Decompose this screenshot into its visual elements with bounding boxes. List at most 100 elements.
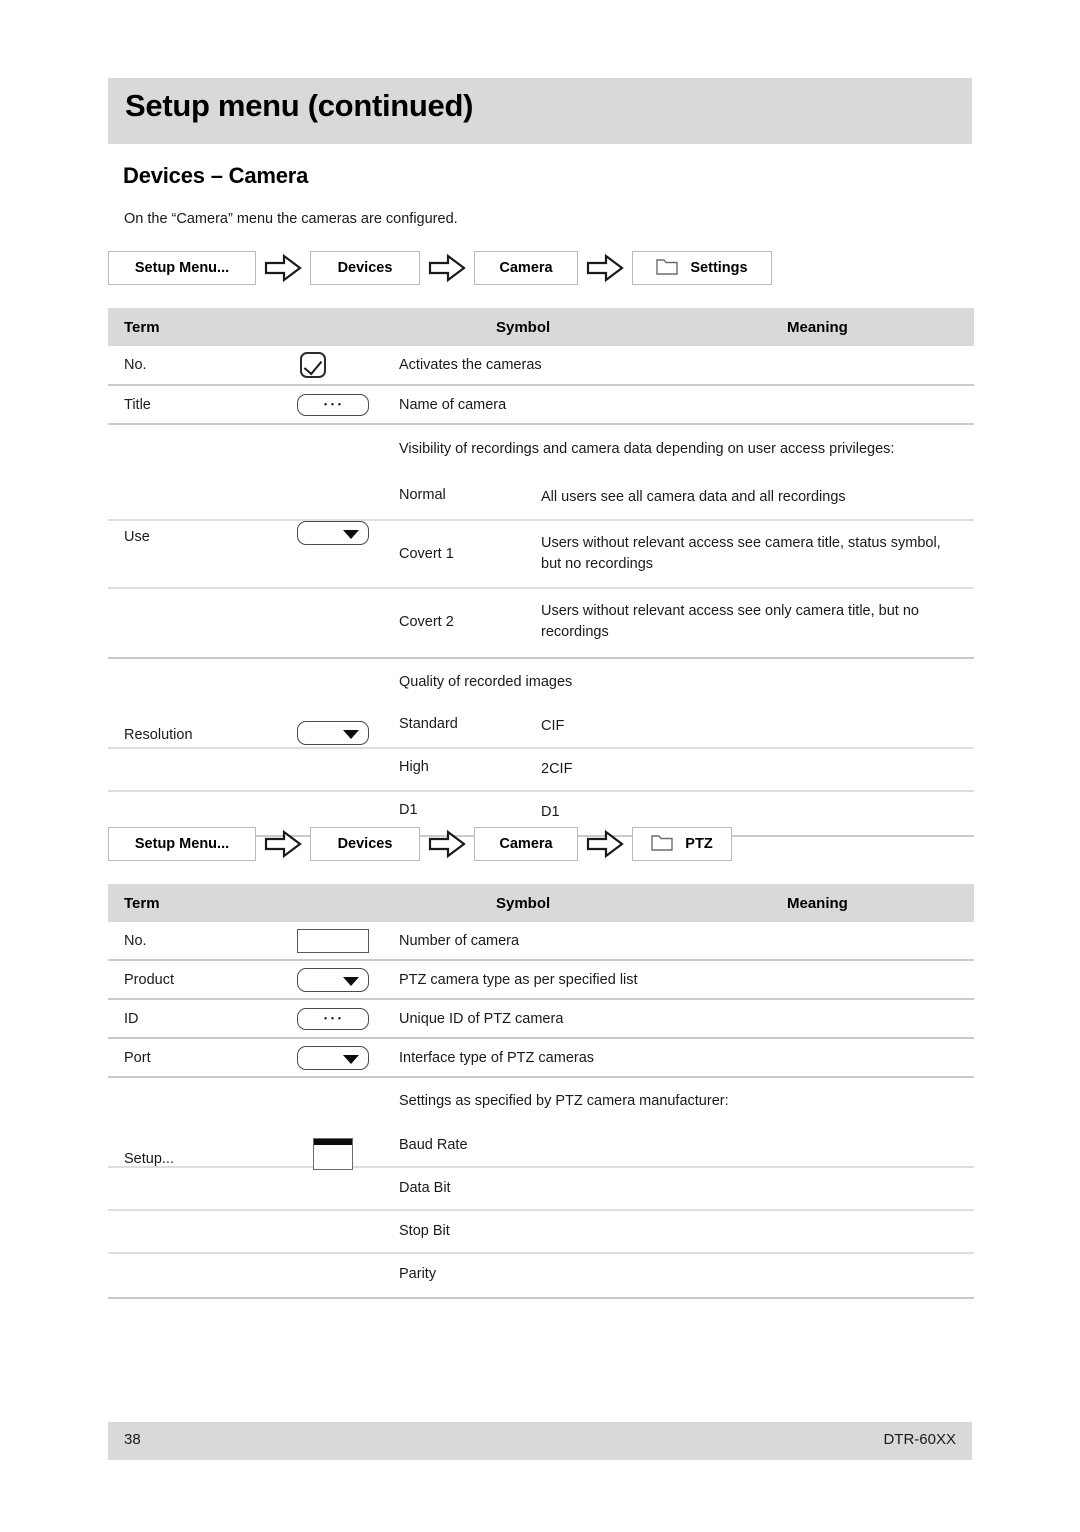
breadcrumb-label: Devices [337, 260, 393, 276]
column-header-meaning: Meaning [496, 884, 974, 922]
breadcrumb-ptz: Setup Menu... Devices Camera PTZ [108, 826, 732, 862]
section-intro-text: On the “Camera” menu the cameras are con… [124, 211, 458, 227]
arrow-right-icon [420, 254, 474, 282]
breadcrumb-item-settings[interactable]: Settings [632, 251, 772, 285]
option-description: Users without relevant access see only c… [541, 603, 919, 641]
option-row: Standard CIF [108, 706, 974, 749]
table-header-row: Term Symbol Meaning [108, 308, 974, 346]
arrow-right-icon [256, 254, 310, 282]
row-meaning: Name of camera [399, 396, 507, 413]
dropdown-icon[interactable] [297, 1045, 369, 1070]
option-row: Stop Bit [108, 1210, 974, 1254]
arrow-right-icon [420, 830, 474, 858]
breadcrumb-item-ptz[interactable]: PTZ [632, 827, 732, 861]
option-row: Parity [108, 1253, 974, 1297]
row-term: Use [124, 529, 150, 545]
row-meaning: Activates the cameras [399, 357, 542, 373]
dropdown-icon[interactable] [297, 967, 369, 992]
option-label: Stop Bit [399, 1223, 450, 1240]
option-label: Normal [399, 487, 446, 504]
table-row: Product PTZ camera type as per specified… [108, 960, 974, 999]
option-row: Covert 2 Users without relevant access s… [108, 588, 974, 657]
breadcrumb-label: Setup Menu... [134, 836, 230, 852]
breadcrumb-settings: Setup Menu... Devices Camera Settings [108, 250, 772, 286]
row-term: Title [124, 396, 151, 413]
resolution-options-table: Quality of recorded images Standard CIF … [108, 659, 974, 835]
table-row-group-use: Use Visibility of recordings and camera … [108, 424, 974, 659]
group-description: Settings as specified by PTZ camera manu… [399, 1093, 729, 1109]
column-header-term: Term [108, 308, 310, 346]
row-term: ID [124, 1010, 139, 1027]
breadcrumb-label: Devices [337, 836, 393, 852]
checkbox-icon[interactable] [300, 352, 326, 378]
breadcrumb-item-setup-menu[interactable]: Setup Menu... [108, 827, 256, 861]
column-header-meaning: Meaning [496, 308, 974, 346]
row-term: No. [124, 357, 147, 373]
folder-icon [656, 257, 679, 279]
footer-page-number: 38 [124, 1431, 141, 1448]
table-row: Port Interface type of PTZ cameras [108, 1038, 974, 1077]
ptz-table: Term Symbol Meaning No. Number of camera… [108, 884, 974, 1299]
group-description-row: Quality of recorded images [108, 659, 974, 706]
text-box-icon[interactable] [297, 928, 369, 953]
section-heading: Devices – Camera [123, 163, 309, 188]
page-footer: 38 DTR-60XX [108, 1422, 972, 1460]
page-title: Setup menu (continued) [125, 88, 474, 123]
use-options-table: Visibility of recordings and camera data… [108, 425, 974, 657]
dropdown-icon[interactable] [297, 721, 369, 746]
option-row: Data Bit [108, 1167, 974, 1211]
option-label: Data Bit [399, 1180, 451, 1197]
breadcrumb-item-camera[interactable]: Camera [474, 251, 578, 285]
chapter-header-band: Setup menu (continued) [108, 78, 972, 144]
group-description-row: Visibility of recordings and camera data… [108, 425, 974, 476]
group-description: Visibility of recordings and camera data… [399, 441, 895, 457]
breadcrumb-item-camera[interactable]: Camera [474, 827, 578, 861]
breadcrumb-label: Camera [499, 260, 553, 276]
row-term: Product [124, 971, 174, 988]
row-term: Setup... [124, 1151, 174, 1167]
breadcrumb-label: Camera [499, 836, 553, 852]
breadcrumb-item-devices[interactable]: Devices [310, 251, 420, 285]
option-description: Users without relevant access see camera… [541, 535, 941, 573]
ellipsis-button-icon[interactable] [297, 1007, 369, 1030]
column-header-term: Term [108, 884, 310, 922]
breadcrumb-item-setup-menu[interactable]: Setup Menu... [108, 251, 256, 285]
option-row: High 2CIF [108, 748, 974, 792]
group-description-row: Settings as specified by PTZ camera manu… [108, 1078, 974, 1125]
folder-icon [651, 833, 673, 855]
option-row: Covert 1 Users without relevant access s… [108, 520, 974, 589]
column-header-symbol: Symbol [310, 884, 550, 922]
table-header-row: Term Symbol Meaning [108, 884, 974, 922]
row-meaning: Interface type of PTZ cameras [399, 1049, 595, 1066]
arrow-right-icon [578, 254, 632, 282]
dropdown-icon[interactable] [297, 521, 369, 545]
settings-table: Term Symbol Meaning No. Activates the ca… [108, 308, 974, 837]
column-header-symbol: Symbol [310, 308, 550, 346]
table-row-group-resolution: Resolution Quality of recorded images St… [108, 658, 974, 837]
option-row: Normal All users see all camera data and… [108, 476, 974, 521]
group-description: Quality of recorded images [399, 674, 573, 691]
document-page: Setup menu (continued) Devices – Camera … [0, 0, 1080, 1532]
breadcrumb-label: Setup Menu... [134, 260, 230, 276]
option-label: Parity [399, 1266, 437, 1283]
breadcrumb-label: PTZ [685, 836, 713, 852]
row-term: No. [124, 932, 147, 949]
breadcrumb-item-devices[interactable]: Devices [310, 827, 420, 861]
option-label: Baud Rate [399, 1137, 468, 1154]
table-row: No. Activates the cameras [108, 346, 974, 385]
ellipsis-button-icon[interactable] [297, 393, 369, 416]
setup-options-table: Settings as specified by PTZ camera manu… [108, 1078, 974, 1297]
table-row: ID Unique ID of PTZ camera [108, 999, 974, 1038]
option-row: Baud Rate [108, 1125, 974, 1168]
arrow-right-icon [256, 830, 310, 858]
breadcrumb-label: Settings [690, 260, 748, 276]
option-label: Covert 2 [399, 614, 454, 631]
row-meaning: Number of camera [399, 932, 520, 949]
window-button-icon[interactable] [313, 1138, 353, 1170]
row-meaning: Unique ID of PTZ camera [399, 1010, 564, 1027]
option-description: 2CIF [541, 761, 573, 778]
table-row: No. Number of camera [108, 922, 974, 960]
option-label: High [399, 759, 429, 776]
arrow-right-icon [578, 830, 632, 858]
table-row: Title Name of camera [108, 385, 974, 424]
